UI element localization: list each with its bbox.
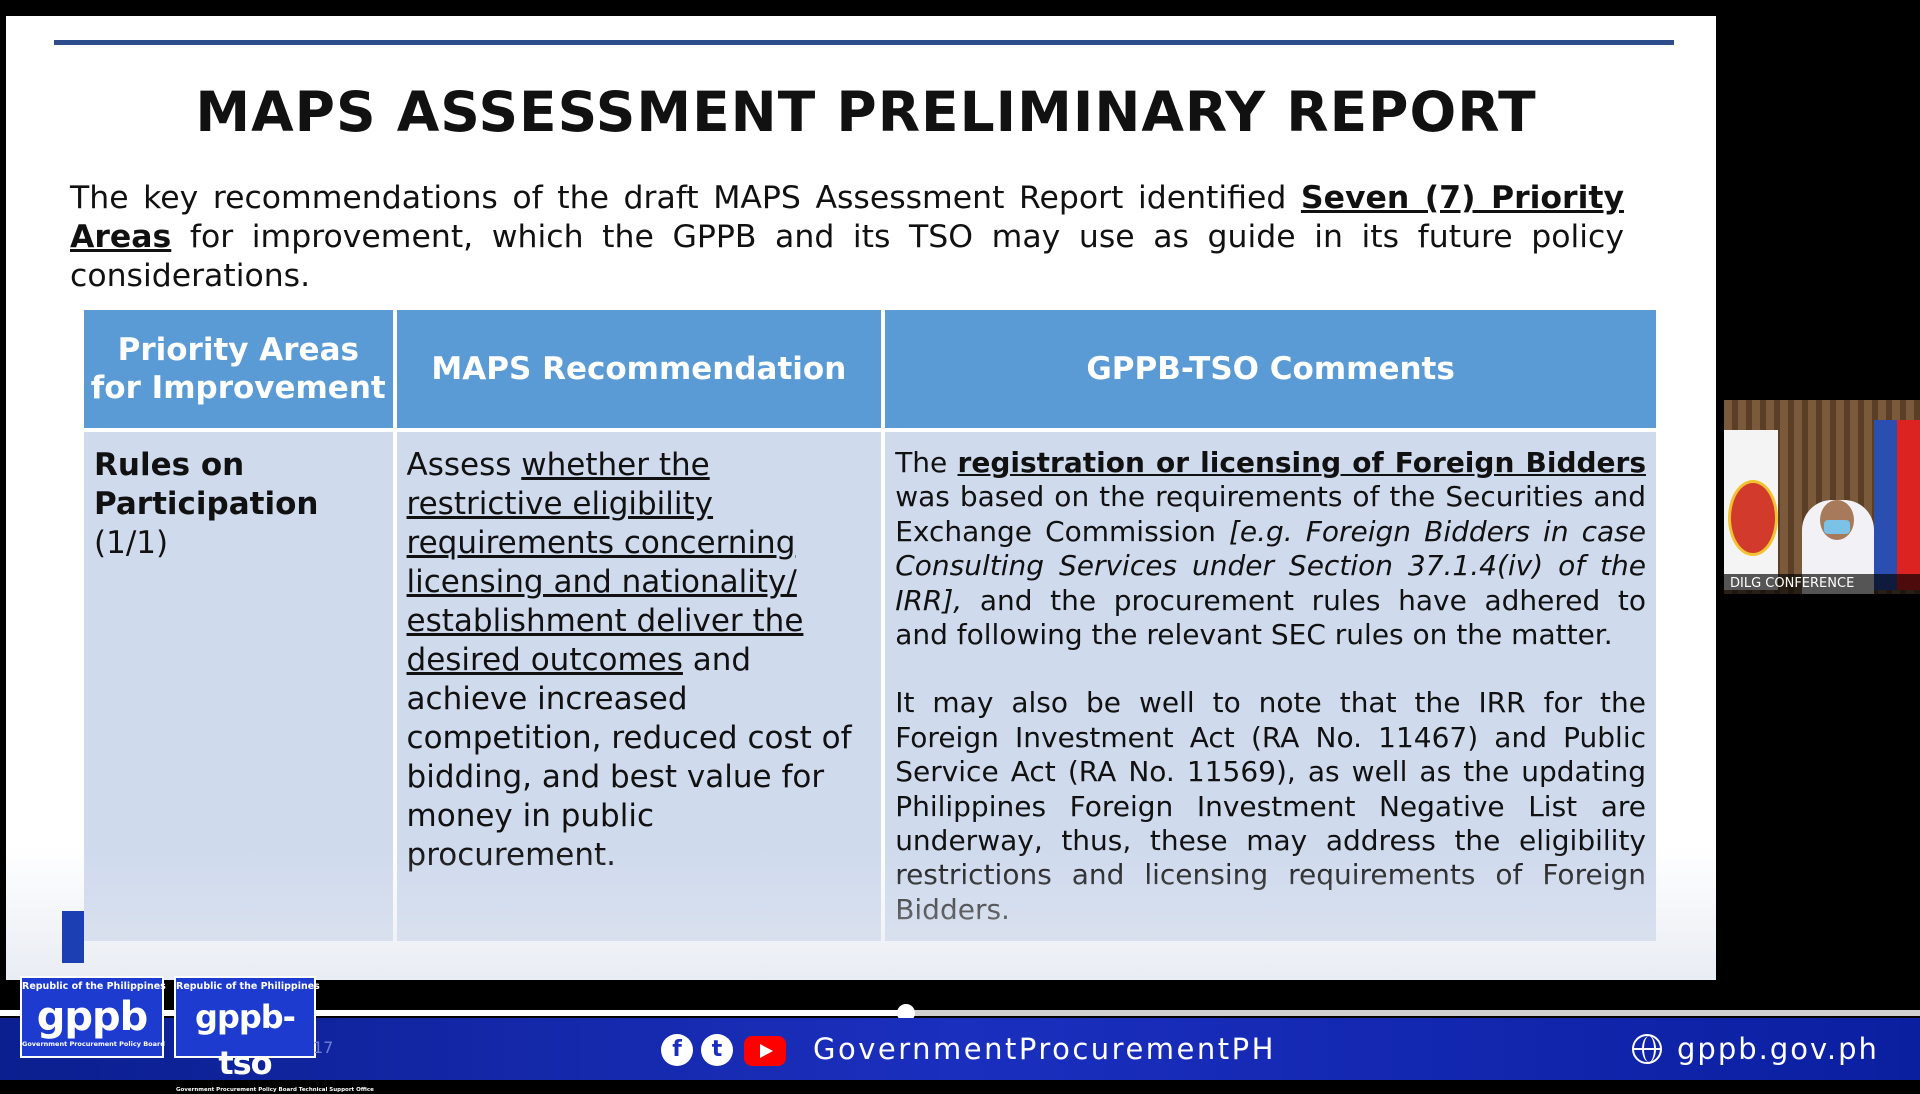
intro-text-post: for improvement, which the GPPB and its … [70, 219, 1624, 294]
comment-cell: The registration or licensing of Foreign… [885, 432, 1656, 942]
intro-text-pre: The key recommendations of the draft MAP… [70, 180, 1301, 216]
website-link[interactable]: gppb.gov.ph [1677, 1032, 1879, 1066]
priority-area-subtitle: (1/1) [94, 525, 169, 561]
gppb-logo: Republic of the Philippines gppb Governm… [20, 976, 166, 1058]
comment-text: The registration or licensing of Foreign… [895, 446, 1646, 927]
recommendations-table: Priority Areas for Improvement MAPS Reco… [80, 306, 1660, 945]
comment-paragraph-2: It may also be well to note that the IRR… [895, 686, 1646, 926]
slide-intro: The key recommendations of the draft MAP… [70, 179, 1624, 296]
camera-label: DILG CONFERENCE [1724, 574, 1920, 594]
speaker-mask [1824, 520, 1850, 534]
gppb-logo-bottom: Government Procurement Policy Board [22, 1040, 165, 1048]
presentation-slide: MAPS ASSESSMENT PRELIMINARY REPORT The k… [6, 16, 1716, 980]
slide-title: MAPS ASSESSMENT PRELIMINARY REPORT [195, 80, 1537, 144]
header-priority-areas: Priority Areas for Improvement [84, 310, 393, 428]
comment-p1-pre: The [895, 446, 958, 479]
social-handle: GovernmentProcurementPH [813, 1032, 1276, 1066]
comment-p1-post: and the procurement rules have adhered t… [895, 583, 1646, 652]
gppb-logo-mark: gppb [36, 994, 149, 1040]
slide-corner-badge [62, 911, 84, 963]
gppb-tso-logo-mark: gppb-tso [195, 998, 296, 1082]
recommendation-cell: Assess whether the restrictive eligibili… [396, 432, 882, 942]
gppb-tso-logo-top: Republic of the Philippines [176, 981, 320, 992]
header-maps-recommendation: MAPS Recommendation [396, 310, 882, 428]
header-gppb-tso-comments: GPPB-TSO Comments [885, 310, 1656, 428]
dilg-seal-icon [1728, 480, 1778, 556]
priority-area-cell: Rules on Participation (1/1) [84, 432, 393, 942]
gppb-logo-top: Republic of the Philippines [22, 981, 166, 992]
philippine-flag [1874, 420, 1920, 590]
table-row: Rules on Participation (1/1) Assess whet… [84, 432, 1656, 942]
recommendation-text: Assess whether the restrictive eligibili… [407, 446, 872, 875]
camera-feed[interactable]: DILG CONFERENCE [1724, 400, 1920, 594]
comment-p1-bold: registration or licensing of Foreign Bid… [957, 446, 1646, 479]
priority-area-title: Rules on Participation [94, 447, 319, 522]
slide-page-number: 17 [313, 1038, 334, 1057]
reco-pre: Assess [406, 447, 522, 483]
gppb-tso-logo: Republic of the Philippines gppb-tso Gov… [174, 976, 374, 1093]
slide-top-rule [54, 40, 1674, 45]
youtube-icon[interactable] [744, 1036, 786, 1066]
twitter-icon[interactable]: t [701, 1034, 733, 1066]
gppb-tso-logo-bottom: Government Procurement Policy Board Tech… [176, 1087, 374, 1093]
globe-icon [1632, 1034, 1662, 1064]
comment-paragraph-1: The registration or licensing of Foreign… [895, 446, 1646, 652]
facebook-icon[interactable]: f [661, 1034, 693, 1066]
